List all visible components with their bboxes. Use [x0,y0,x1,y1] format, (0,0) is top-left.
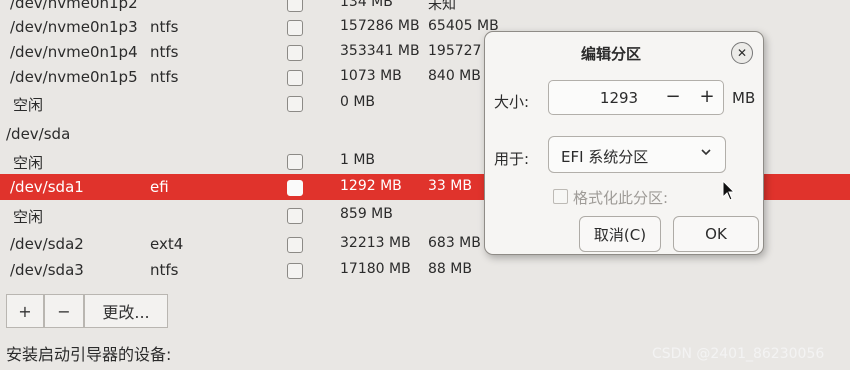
device-cell: /dev/nvme0n1p4 [10,43,138,61]
type-cell: ext4 [150,235,184,253]
device-cell: /dev/nvme0n1p2 [10,0,138,12]
device-cell: 空闲 [13,154,44,172]
size-cell: 1 MB [340,152,376,168]
device-cell: /dev/sda2 [10,235,84,253]
format-checkbox[interactable] [287,20,303,36]
use-as-label: 用于: [494,150,530,168]
partition-row[interactable]: /dev/sda3 ntfs 17180 MB 88 MB [0,257,850,283]
device-cell: /dev/sda [6,125,71,143]
increment-button[interactable]: + [695,85,719,109]
format-checkbox[interactable] [553,189,568,204]
used-cell: 195727 [428,43,482,59]
use-as-value: EFI 系统分区 [561,148,649,166]
size-value[interactable]: 1293 [579,89,659,107]
type-cell: ntfs [150,261,179,279]
type-cell: ntfs [150,18,179,36]
device-cell: /dev/sda1 [10,178,84,196]
used-cell: 88 MB [428,261,472,277]
bootloader-device-label: 安装启动引导器的设备: [6,345,172,364]
format-checkbox[interactable] [287,45,303,61]
size-cell: 17180 MB [340,261,411,277]
device-cell: /dev/sda3 [10,261,84,279]
size-cell: 859 MB [340,206,393,222]
device-cell: /dev/nvme0n1p3 [10,18,138,36]
size-cell: 0 MB [340,94,376,110]
used-cell: 33 MB [428,178,472,194]
cancel-button[interactable]: 取消(C) [579,216,661,252]
format-checkbox[interactable] [287,154,303,170]
format-checkbox[interactable] [287,208,303,224]
change-partition-button[interactable]: 更改... [84,294,168,328]
edit-partition-dialog: 编辑分区 ✕ 大小: 1293 − + MB 用于: EFI 系统分区 格式化此… [484,31,764,255]
used-cell: 683 MB [428,235,481,251]
size-cell: 1073 MB [340,68,402,84]
format-checkbox[interactable] [287,70,303,86]
dialog-title: 编辑分区 [580,45,641,63]
size-cell: 32213 MB [340,235,411,251]
used-cell: 840 MB [428,68,481,84]
format-checkbox[interactable] [287,96,303,112]
format-checkbox[interactable] [287,0,303,12]
add-partition-button[interactable]: + [6,294,44,328]
close-icon[interactable]: ✕ [731,42,753,64]
use-as-dropdown[interactable]: EFI 系统分区 [548,136,726,173]
type-cell: ntfs [150,43,179,61]
type-cell: ntfs [150,68,179,86]
ok-button[interactable]: OK [673,216,759,252]
chevron-down-icon [699,145,713,163]
format-checkbox[interactable] [287,263,303,279]
installer-screen: /dev/nvme0n1p2 134 MB 未知/dev/nvme0n1p3 ntfs… [0,0,850,370]
size-cell: 1292 MB [340,178,402,194]
mouse-pointer-icon [722,179,736,206]
device-cell: /dev/nvme0n1p5 [10,68,138,86]
size-cell: 353341 MB [340,43,420,59]
size-unit: MB [732,89,756,107]
used-cell: 未知 [428,0,456,13]
remove-partition-button[interactable]: − [44,294,84,328]
format-label: 格式化此分区: [573,189,669,207]
size-label: 大小: [494,93,530,111]
decrement-button[interactable]: − [661,85,685,109]
size-cell: 157286 MB [340,18,420,34]
size-spinbox[interactable]: 1293 − + [548,80,724,115]
size-cell: 134 MB [340,0,393,10]
format-checkbox[interactable] [287,180,303,196]
device-cell: 空闲 [13,96,44,114]
device-cell: 空闲 [13,208,44,226]
type-cell: efi [150,178,169,196]
format-checkbox[interactable] [287,237,303,253]
watermark: CSDN @2401_86230056 [652,346,825,362]
